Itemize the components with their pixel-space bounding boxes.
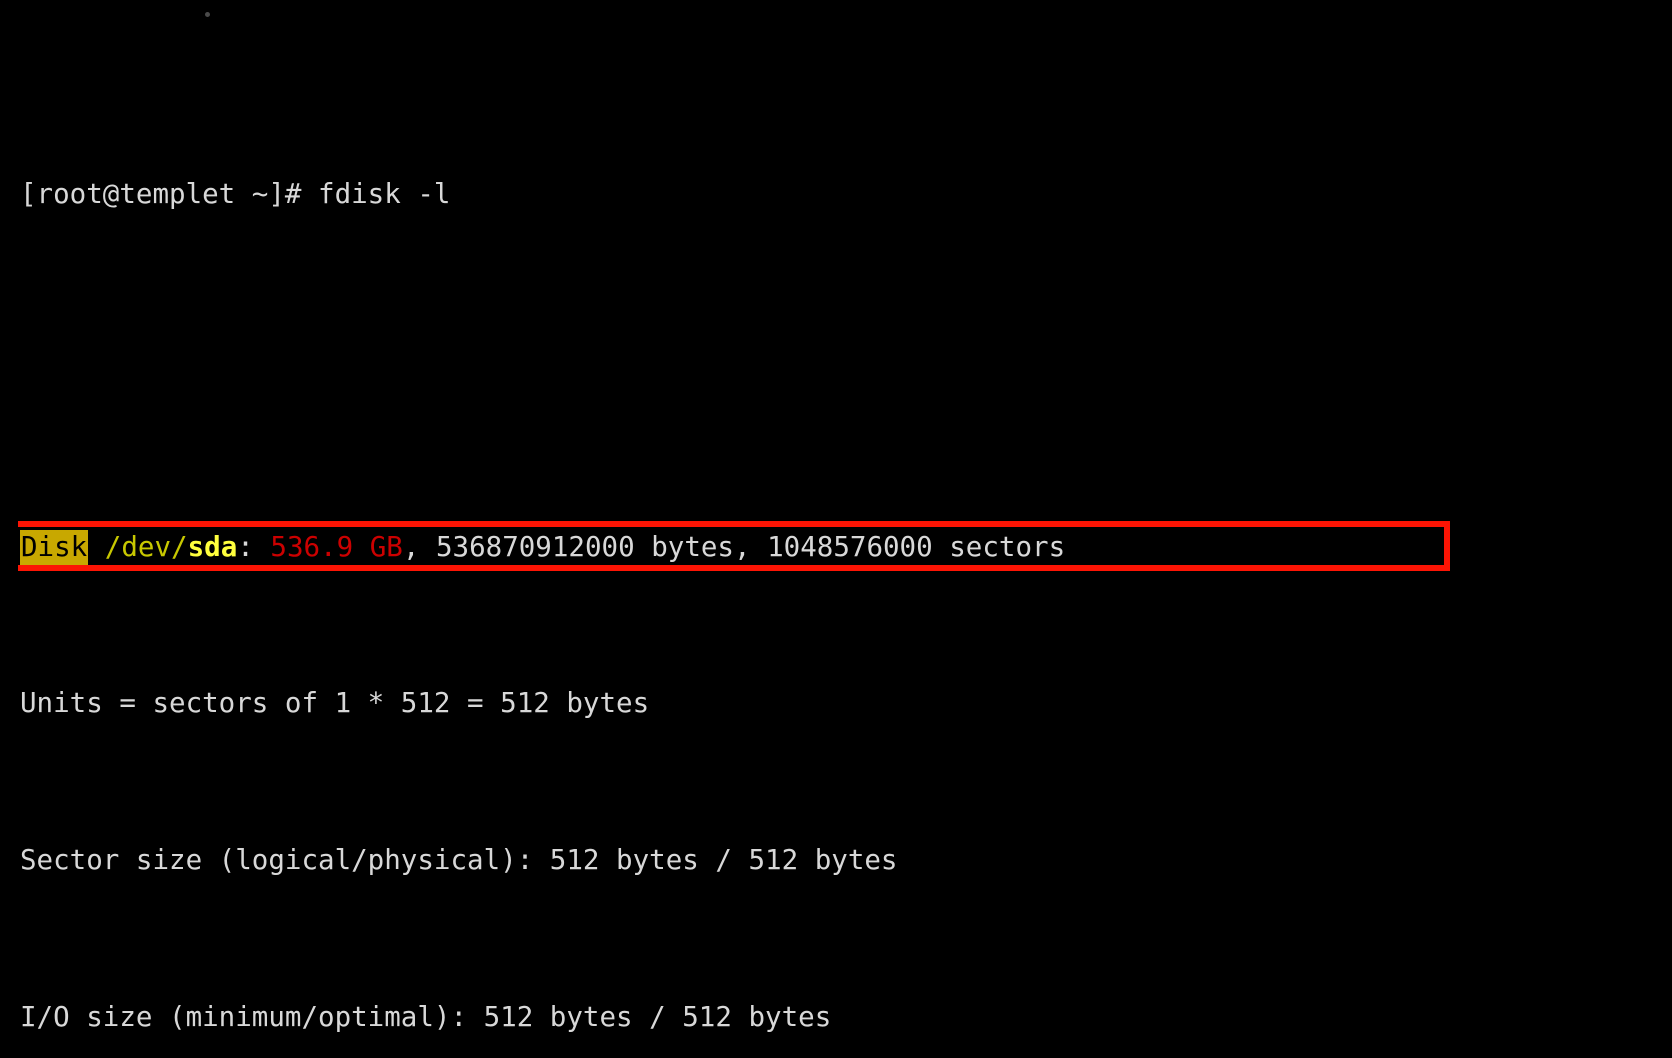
disk-device-name: sda xyxy=(187,530,238,563)
units-text: Units = sectors of 1 * 512 = 512 bytes xyxy=(20,687,650,720)
disk-keyword-label: Disk xyxy=(20,529,89,565)
disk-sectors: 1048576000 sectors xyxy=(767,530,1066,563)
prompt-line: [root@templet ~]# fdisk -l xyxy=(20,175,1672,214)
terminal-output[interactable]: [root@templet ~]# fdisk -l Disk /dev/sda… xyxy=(0,0,1672,1058)
terminal-window: [root@templet ~]# fdisk -l Disk /dev/sda… xyxy=(0,0,1672,1058)
disk-size: 536.9 GB xyxy=(270,530,403,563)
comma: , xyxy=(402,530,436,563)
sector-size-text: Sector size (logical/physical): 512 byte… xyxy=(20,844,898,877)
disk-io-size-sda: I/O size (minimum/optimal): 512 bytes / … xyxy=(20,998,1672,1037)
disk-header-sda: Disk /dev/sda: 536.9 GB, 536870912000 by… xyxy=(20,528,1672,567)
disk-bytes: 536870912000 bytes, xyxy=(435,530,751,563)
disk-path-prefix: /dev/ xyxy=(104,530,188,563)
disk-sector-size-sda: Sector size (logical/physical): 512 byte… xyxy=(20,841,1672,880)
disk-colon: : xyxy=(237,530,254,563)
disk-units-sda: Units = sectors of 1 * 512 = 512 bytes xyxy=(20,684,1672,723)
io-size-text: I/O size (minimum/optimal): 512 bytes / … xyxy=(20,1001,832,1033)
prompt-text: [root@templet ~]# fdisk -l xyxy=(20,177,451,210)
